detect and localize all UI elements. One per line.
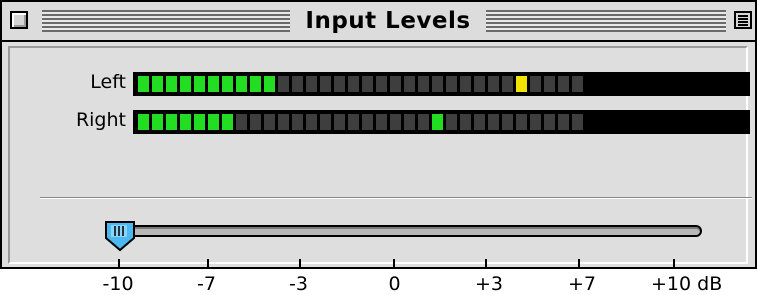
meter-segment bbox=[572, 114, 583, 130]
scale-label: -10 bbox=[102, 273, 134, 295]
title-bar[interactable]: Input Levels bbox=[2, 2, 755, 42]
meter-segment bbox=[138, 76, 149, 92]
meter-segment bbox=[306, 114, 317, 130]
meter-segment bbox=[530, 76, 541, 92]
meter-segment bbox=[558, 114, 569, 130]
meter-segment bbox=[320, 114, 331, 130]
meter-segment bbox=[558, 76, 569, 92]
meter-segment bbox=[390, 76, 401, 92]
meter-segment bbox=[474, 76, 485, 92]
meter-segment bbox=[418, 114, 429, 130]
meter-segment bbox=[180, 114, 191, 130]
scale-tick bbox=[578, 259, 580, 269]
gain-slider-thumb-icon[interactable] bbox=[102, 216, 142, 256]
meter-segment bbox=[222, 114, 233, 130]
meter-segment bbox=[488, 76, 499, 92]
meter-segment bbox=[152, 114, 163, 130]
scale-tick bbox=[118, 259, 120, 269]
scale-label: 0 bbox=[388, 273, 401, 295]
meter-segment bbox=[404, 114, 415, 130]
meter-segment bbox=[474, 114, 485, 130]
meter-segment bbox=[264, 76, 275, 92]
meter-segment bbox=[138, 114, 149, 130]
meter-segment bbox=[376, 114, 387, 130]
meter-segment bbox=[488, 114, 499, 130]
meter-segment bbox=[348, 76, 359, 92]
meter-segment bbox=[460, 114, 471, 130]
left-level-meter bbox=[133, 72, 750, 96]
meter-segment bbox=[166, 114, 177, 130]
meter-segment bbox=[390, 114, 401, 130]
meter-segment bbox=[432, 114, 443, 130]
meter-segment bbox=[460, 76, 471, 92]
meter-segment bbox=[236, 76, 247, 92]
scale-label: -7 bbox=[197, 273, 216, 295]
meter-segment bbox=[320, 76, 331, 92]
meter-segment bbox=[278, 76, 289, 92]
meter-segment bbox=[376, 76, 387, 92]
scale-tick bbox=[393, 259, 395, 269]
meter-segment bbox=[236, 114, 247, 130]
meter-segment bbox=[502, 114, 513, 130]
gain-slider-track[interactable] bbox=[110, 225, 702, 237]
meter-segment bbox=[446, 76, 457, 92]
meter-segment bbox=[432, 76, 443, 92]
meter-segment bbox=[292, 76, 303, 92]
collapse-box-icon[interactable] bbox=[734, 11, 752, 29]
meter-segment bbox=[572, 76, 583, 92]
meter-segment bbox=[278, 114, 289, 130]
meter-segment bbox=[250, 114, 261, 130]
input-levels-window: Input Levels Left Right -10 -7 -3 0 +3 +7 +10 … bbox=[0, 0, 757, 295]
meter-segment bbox=[544, 76, 555, 92]
meter-segment bbox=[208, 76, 219, 92]
meter-segment bbox=[446, 114, 457, 130]
meter-segment bbox=[292, 114, 303, 130]
levels-panel: Left Right -10 -7 -3 0 +3 +7 +10 dB bbox=[8, 46, 752, 295]
meter-segment bbox=[404, 76, 415, 92]
scale-label: -3 bbox=[289, 273, 308, 295]
meter-segment bbox=[530, 114, 541, 130]
meter-segment bbox=[348, 114, 359, 130]
meter-segment bbox=[152, 76, 163, 92]
scale-label: +3 bbox=[475, 273, 504, 295]
right-level-meter bbox=[133, 110, 750, 134]
meter-segment bbox=[306, 76, 317, 92]
meter-segment bbox=[222, 76, 233, 92]
meter-segment bbox=[544, 114, 555, 130]
left-channel-label: Left bbox=[90, 71, 126, 93]
meter-segment bbox=[208, 114, 219, 130]
meter-segment bbox=[418, 76, 429, 92]
meter-segment bbox=[516, 76, 527, 92]
meter-segment bbox=[194, 114, 205, 130]
meter-segment bbox=[362, 76, 373, 92]
scale-label: +7 bbox=[568, 273, 597, 295]
meter-segment bbox=[250, 76, 261, 92]
meter-segment bbox=[362, 114, 373, 130]
title-bar-stripes bbox=[42, 10, 290, 32]
meter-segment bbox=[334, 114, 345, 130]
meter-segment bbox=[516, 114, 527, 130]
close-box-icon[interactable] bbox=[10, 11, 28, 29]
scale-label: +10 dB bbox=[651, 273, 723, 295]
scale-tick bbox=[673, 259, 675, 269]
title-bar-stripes bbox=[486, 10, 726, 32]
scale-tick bbox=[299, 259, 301, 269]
meter-segment bbox=[502, 76, 513, 92]
right-channel-label: Right bbox=[75, 109, 126, 131]
meter-segment bbox=[194, 76, 205, 92]
scale-tick bbox=[485, 259, 487, 269]
meter-segment bbox=[264, 114, 275, 130]
meter-segment bbox=[166, 76, 177, 92]
meter-segment bbox=[334, 76, 345, 92]
scale-tick bbox=[207, 259, 209, 269]
meter-segment bbox=[180, 76, 191, 92]
divider bbox=[40, 197, 752, 199]
window-title: Input Levels bbox=[305, 8, 471, 34]
